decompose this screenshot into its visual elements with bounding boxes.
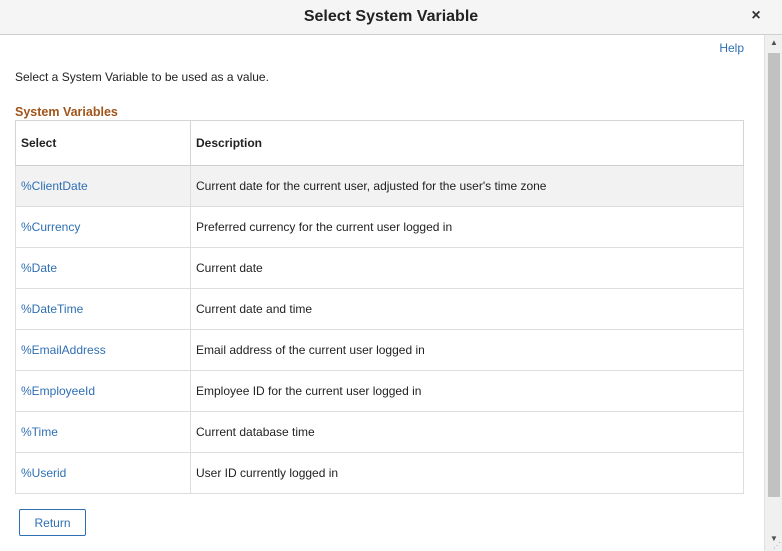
table-row: %Userid User ID currently logged in [15,452,744,494]
select-cell: %ClientDate [15,165,191,207]
return-button[interactable]: Return [19,509,86,536]
scroll-up-arrow-icon[interactable]: ▲ [765,35,782,51]
dialog-content: Help Select a System Variable to be used… [0,35,764,551]
table-row: %Date Current date [15,247,744,289]
description-cell: User ID currently logged in [190,452,744,494]
select-cell: %DateTime [15,288,191,330]
section-title: System Variables [15,105,118,119]
description-cell: Current date and time [190,288,744,330]
dialog-title: Select System Variable [303,8,479,25]
variable-link[interactable]: %EmployeeId [21,384,95,398]
resize-grip-icon[interactable]: ⋰ [773,542,781,550]
select-column-header: Select [15,120,191,166]
variable-link[interactable]: %ClientDate [21,179,88,193]
variable-link[interactable]: %Currency [21,220,80,234]
instruction-text: Select a System Variable to be used as a… [15,70,269,84]
variable-link[interactable]: %DateTime [21,302,83,316]
description-cell: Current database time [190,411,744,453]
select-cell: %Currency [15,206,191,248]
select-cell: %Date [15,247,191,289]
select-cell: %Time [15,411,191,453]
select-cell: %EmployeeId [15,370,191,412]
help-link[interactable]: Help [719,41,744,55]
table-row: %ClientDate Current date for the current… [15,165,744,207]
description-cell: Preferred currency for the current user … [190,206,744,248]
select-system-variable-dialog: Select System Variable × Help Select a S… [0,0,782,551]
description-cell: Current date [190,247,744,289]
variable-link[interactable]: %Userid [21,466,66,480]
dialog-titlebar: Select System Variable × [0,0,782,35]
select-cell: %Userid [15,452,191,494]
table-header-row: Select Description [15,120,744,166]
system-variables-table: Select Description %ClientDate Current d… [15,120,744,494]
description-cell: Employee ID for the current user logged … [190,370,744,412]
close-icon[interactable]: × [746,6,766,26]
table-row: %EmailAddress Email address of the curre… [15,329,744,371]
description-cell: Email address of the current user logged… [190,329,744,371]
table-row: %Currency Preferred currency for the cur… [15,206,744,248]
vertical-scrollbar[interactable]: ▲ ▼ [764,35,782,551]
variable-link[interactable]: %EmailAddress [21,343,106,357]
table-row: %DateTime Current date and time [15,288,744,330]
table-row: %EmployeeId Employee ID for the current … [15,370,744,412]
select-cell: %EmailAddress [15,329,191,371]
variable-link[interactable]: %Date [21,261,57,275]
description-column-header: Description [190,120,744,166]
table-row: %Time Current database time [15,411,744,453]
description-cell: Current date for the current user, adjus… [190,165,744,207]
scrollbar-thumb[interactable] [768,53,780,497]
variable-link[interactable]: %Time [21,425,58,439]
